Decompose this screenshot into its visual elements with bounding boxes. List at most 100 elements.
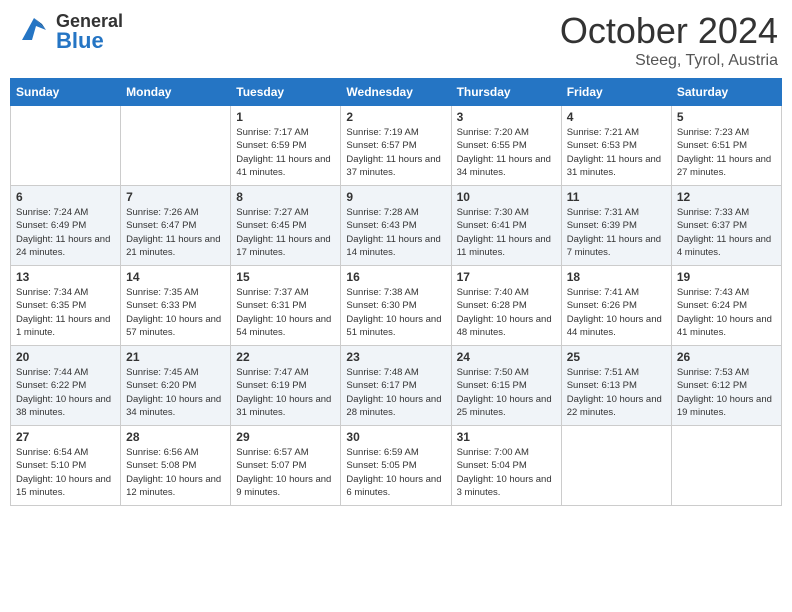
logo: General Blue	[14, 10, 123, 53]
day-number: 20	[16, 350, 115, 364]
calendar-cell: 9Sunrise: 7:28 AM Sunset: 6:43 PM Daylig…	[341, 186, 451, 266]
cell-daylight-info: Sunrise: 7:20 AM Sunset: 6:55 PM Dayligh…	[457, 126, 556, 179]
cell-daylight-info: Sunrise: 7:00 AM Sunset: 5:04 PM Dayligh…	[457, 446, 556, 499]
day-number: 1	[236, 110, 335, 124]
day-number: 18	[567, 270, 666, 284]
location-subtitle: Steeg, Tyrol, Austria	[560, 52, 778, 70]
calendar-cell	[671, 426, 781, 506]
cell-daylight-info: Sunrise: 7:23 AM Sunset: 6:51 PM Dayligh…	[677, 126, 776, 179]
cell-daylight-info: Sunrise: 7:30 AM Sunset: 6:41 PM Dayligh…	[457, 206, 556, 259]
cell-daylight-info: Sunrise: 7:47 AM Sunset: 6:19 PM Dayligh…	[236, 366, 335, 419]
day-number: 16	[346, 270, 445, 284]
calendar-table: SundayMondayTuesdayWednesdayThursdayFrid…	[10, 78, 782, 506]
day-of-week-header: Monday	[121, 79, 231, 106]
logo-blue-text: Blue	[56, 30, 123, 52]
cell-daylight-info: Sunrise: 7:51 AM Sunset: 6:13 PM Dayligh…	[567, 366, 666, 419]
cell-daylight-info: Sunrise: 7:27 AM Sunset: 6:45 PM Dayligh…	[236, 206, 335, 259]
calendar-cell: 16Sunrise: 7:38 AM Sunset: 6:30 PM Dayli…	[341, 266, 451, 346]
calendar-cell	[561, 426, 671, 506]
day-number: 3	[457, 110, 556, 124]
cell-daylight-info: Sunrise: 7:41 AM Sunset: 6:26 PM Dayligh…	[567, 286, 666, 339]
day-number: 27	[16, 430, 115, 444]
header-row: SundayMondayTuesdayWednesdayThursdayFrid…	[11, 79, 782, 106]
cell-daylight-info: Sunrise: 7:24 AM Sunset: 6:49 PM Dayligh…	[16, 206, 115, 259]
day-of-week-header: Thursday	[451, 79, 561, 106]
cell-daylight-info: Sunrise: 7:33 AM Sunset: 6:37 PM Dayligh…	[677, 206, 776, 259]
day-number: 21	[126, 350, 225, 364]
day-number: 26	[677, 350, 776, 364]
day-number: 31	[457, 430, 556, 444]
logo-icon	[14, 10, 52, 53]
cell-daylight-info: Sunrise: 7:37 AM Sunset: 6:31 PM Dayligh…	[236, 286, 335, 339]
calendar-body: 1 Sunrise: 7:17 AM Sunset: 6:59 PM Daylig…	[11, 106, 782, 506]
calendar-cell: 4 Sunrise: 7:21 AM Sunset: 6:53 PM Daylig…	[561, 106, 671, 186]
cell-daylight-info: Sunrise: 7:28 AM Sunset: 6:43 PM Dayligh…	[346, 206, 445, 259]
day-of-week-header: Saturday	[671, 79, 781, 106]
calendar-cell: 3 Sunrise: 7:20 AM Sunset: 6:55 PM Daylig…	[451, 106, 561, 186]
cell-daylight-info: Sunrise: 7:44 AM Sunset: 6:22 PM Dayligh…	[16, 366, 115, 419]
calendar-cell: 29 Sunrise: 6:57 AM Sunset: 5:07 PM Dayli…	[231, 426, 341, 506]
day-number: 10	[457, 190, 556, 204]
cell-daylight-info: Sunrise: 6:59 AM Sunset: 5:05 PM Dayligh…	[346, 446, 445, 499]
cell-daylight-info: Sunrise: 7:34 AM Sunset: 6:35 PM Dayligh…	[16, 286, 115, 339]
page-header: General Blue October 2024 Steeg, Tyrol, …	[10, 10, 782, 70]
day-of-week-header: Wednesday	[341, 79, 451, 106]
day-number: 6	[16, 190, 115, 204]
cell-daylight-info: Sunrise: 7:45 AM Sunset: 6:20 PM Dayligh…	[126, 366, 225, 419]
calendar-cell: 8 Sunrise: 7:27 AM Sunset: 6:45 PM Daylig…	[231, 186, 341, 266]
title-block: October 2024 Steeg, Tyrol, Austria	[560, 10, 778, 70]
calendar-cell: 15Sunrise: 7:37 AM Sunset: 6:31 PM Dayli…	[231, 266, 341, 346]
calendar-cell	[121, 106, 231, 186]
month-year-title: October 2024	[560, 10, 778, 52]
calendar-cell: 2Sunrise: 7:19 AM Sunset: 6:57 PM Daylig…	[341, 106, 451, 186]
day-of-week-header: Friday	[561, 79, 671, 106]
calendar-week-row: 27 Sunrise: 6:54 AM Sunset: 5:10 PM Dayli…	[11, 426, 782, 506]
day-number: 14	[126, 270, 225, 284]
calendar-cell: 30 Sunrise: 6:59 AM Sunset: 5:05 PM Dayli…	[341, 426, 451, 506]
calendar-cell: 21 Sunrise: 7:45 AM Sunset: 6:20 PM Dayli…	[121, 346, 231, 426]
calendar-cell: 11Sunrise: 7:31 AM Sunset: 6:39 PM Dayli…	[561, 186, 671, 266]
day-number: 28	[126, 430, 225, 444]
day-number: 25	[567, 350, 666, 364]
logo-general-text: General	[56, 12, 123, 30]
cell-daylight-info: Sunrise: 7:48 AM Sunset: 6:17 PM Dayligh…	[346, 366, 445, 419]
calendar-week-row: 6 Sunrise: 7:24 AM Sunset: 6:49 PM Daylig…	[11, 186, 782, 266]
cell-daylight-info: Sunrise: 7:35 AM Sunset: 6:33 PM Dayligh…	[126, 286, 225, 339]
cell-daylight-info: Sunrise: 6:54 AM Sunset: 5:10 PM Dayligh…	[16, 446, 115, 499]
cell-daylight-info: Sunrise: 6:56 AM Sunset: 5:08 PM Dayligh…	[126, 446, 225, 499]
day-number: 8	[236, 190, 335, 204]
calendar-cell: 17Sunrise: 7:40 AM Sunset: 6:28 PM Dayli…	[451, 266, 561, 346]
cell-daylight-info: Sunrise: 7:50 AM Sunset: 6:15 PM Dayligh…	[457, 366, 556, 419]
cell-daylight-info: Sunrise: 7:43 AM Sunset: 6:24 PM Dayligh…	[677, 286, 776, 339]
day-number: 12	[677, 190, 776, 204]
day-number: 29	[236, 430, 335, 444]
logo-name: General Blue	[56, 12, 123, 52]
day-number: 13	[16, 270, 115, 284]
calendar-cell: 23 Sunrise: 7:48 AM Sunset: 6:17 PM Dayli…	[341, 346, 451, 426]
day-number: 17	[457, 270, 556, 284]
day-number: 23	[346, 350, 445, 364]
cell-daylight-info: Sunrise: 7:17 AM Sunset: 6:59 PM Dayligh…	[236, 126, 335, 179]
day-of-week-header: Tuesday	[231, 79, 341, 106]
day-number: 4	[567, 110, 666, 124]
calendar-cell: 10 Sunrise: 7:30 AM Sunset: 6:41 PM Dayli…	[451, 186, 561, 266]
calendar-cell: 19 Sunrise: 7:43 AM Sunset: 6:24 PM Dayli…	[671, 266, 781, 346]
calendar-cell: 13 Sunrise: 7:34 AM Sunset: 6:35 PM Dayli…	[11, 266, 121, 346]
calendar-cell: 27 Sunrise: 6:54 AM Sunset: 5:10 PM Dayli…	[11, 426, 121, 506]
calendar-cell: 28 Sunrise: 6:56 AM Sunset: 5:08 PM Dayli…	[121, 426, 231, 506]
calendar-cell: 24Sunrise: 7:50 AM Sunset: 6:15 PM Dayli…	[451, 346, 561, 426]
cell-daylight-info: Sunrise: 6:57 AM Sunset: 5:07 PM Dayligh…	[236, 446, 335, 499]
day-number: 22	[236, 350, 335, 364]
day-of-week-header: Sunday	[11, 79, 121, 106]
cell-daylight-info: Sunrise: 7:26 AM Sunset: 6:47 PM Dayligh…	[126, 206, 225, 259]
calendar-week-row: 1 Sunrise: 7:17 AM Sunset: 6:59 PM Daylig…	[11, 106, 782, 186]
day-number: 19	[677, 270, 776, 284]
calendar-cell	[11, 106, 121, 186]
calendar-cell: 5Sunrise: 7:23 AM Sunset: 6:51 PM Daylig…	[671, 106, 781, 186]
calendar-header: SundayMondayTuesdayWednesdayThursdayFrid…	[11, 79, 782, 106]
calendar-cell: 20 Sunrise: 7:44 AM Sunset: 6:22 PM Dayli…	[11, 346, 121, 426]
calendar-week-row: 20 Sunrise: 7:44 AM Sunset: 6:22 PM Dayli…	[11, 346, 782, 426]
cell-daylight-info: Sunrise: 7:21 AM Sunset: 6:53 PM Dayligh…	[567, 126, 666, 179]
day-number: 30	[346, 430, 445, 444]
calendar-cell: 7Sunrise: 7:26 AM Sunset: 6:47 PM Daylig…	[121, 186, 231, 266]
